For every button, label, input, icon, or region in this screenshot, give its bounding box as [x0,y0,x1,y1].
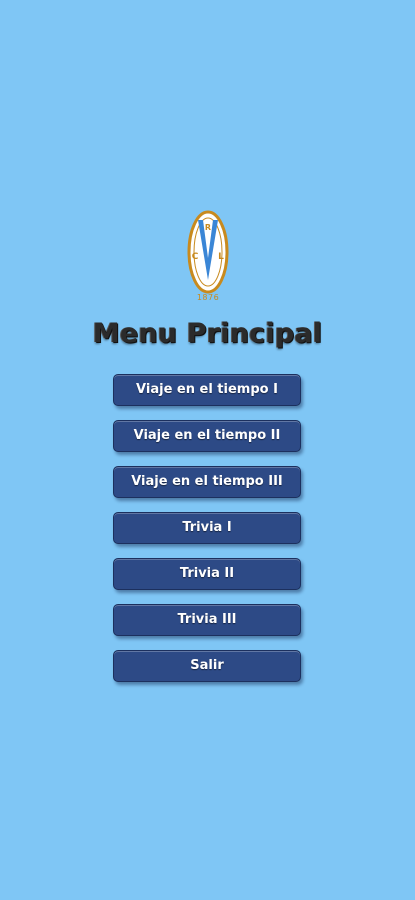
main-menu: Viaje en el tiempo I Viaje en el tiempo … [113,374,301,696]
crest-year: 1876 [196,293,220,302]
main-menu-screen: R C L 1876 Menu Principal Viaje en el ti… [0,0,415,900]
crest-shield-shape: R C L [187,210,229,294]
viaje-tiempo-3-button[interactable]: Viaje en el tiempo III [113,466,301,498]
trivia-2-button[interactable]: Trivia II [113,558,301,590]
school-crest-icon: R C L 1876 [184,210,232,306]
crest-letter-right: L [218,252,224,262]
exit-button[interactable]: Salir [113,650,301,682]
crest-letter-left: C [192,252,199,262]
viaje-tiempo-1-button[interactable]: Viaje en el tiempo I [113,374,301,406]
crest-letter-top: R [205,223,211,232]
trivia-1-button[interactable]: Trivia I [113,512,301,544]
trivia-3-button[interactable]: Trivia III [113,604,301,636]
page-title: Menu Principal [92,318,323,349]
viaje-tiempo-2-button[interactable]: Viaje en el tiempo II [113,420,301,452]
